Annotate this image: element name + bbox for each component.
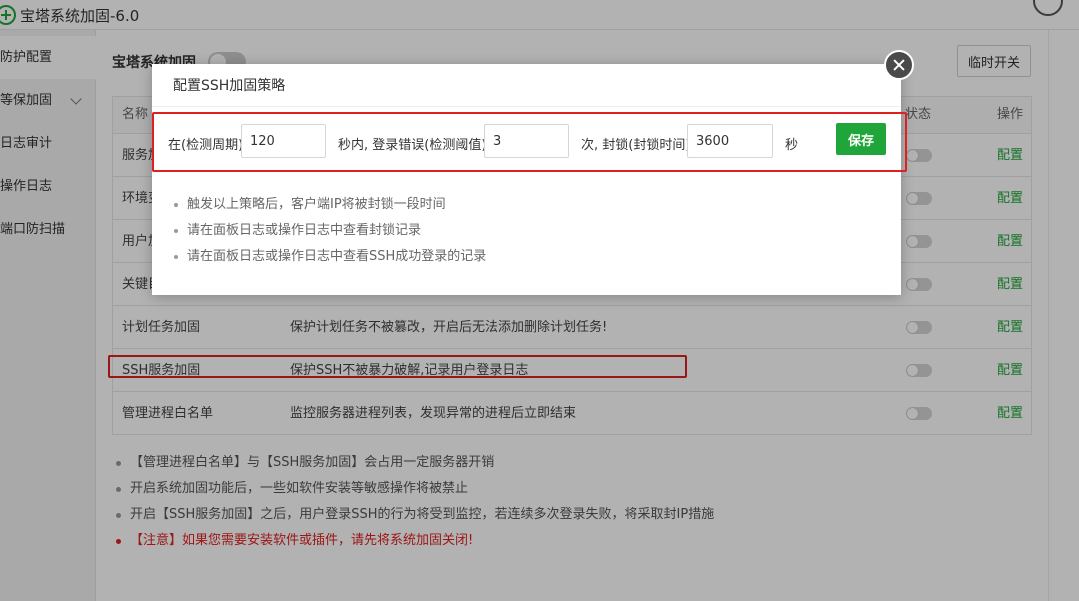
dialog-title: 配置SSH加固策略 [173, 78, 286, 94]
unit-label: 秒 [785, 138, 799, 153]
cycle-label: 在(检测周期) [168, 138, 244, 153]
dialog-note-item: 请在面板日志或操作日志中查看SSH成功登录的记录 [174, 244, 486, 270]
threshold-label: 秒内, 登录错误(检测阈值) [338, 138, 487, 153]
lock-time-input[interactable] [687, 124, 773, 158]
save-button[interactable]: 保存 [836, 123, 886, 155]
dialog-note-item: 触发以上策略后，客户端IP将被封锁一段时间 [174, 192, 486, 218]
lock-time-label: 次, 封锁(封锁时间) [581, 138, 691, 153]
dialog-divider [152, 106, 901, 107]
detect-threshold-input[interactable] [484, 124, 569, 158]
detect-cycle-input[interactable] [241, 124, 326, 158]
close-icon[interactable] [884, 50, 914, 80]
dialog-note-item: 请在面板日志或操作日志中查看封锁记录 [174, 218, 486, 244]
ssh-config-dialog: 配置SSH加固策略 在(检测周期) 秒内, 登录错误(检测阈值) 次, 封锁(封… [152, 64, 907, 295]
dialog-notes-list: 触发以上策略后，客户端IP将被封锁一段时间 请在面板日志或操作日志中查看封锁记录… [174, 192, 486, 270]
